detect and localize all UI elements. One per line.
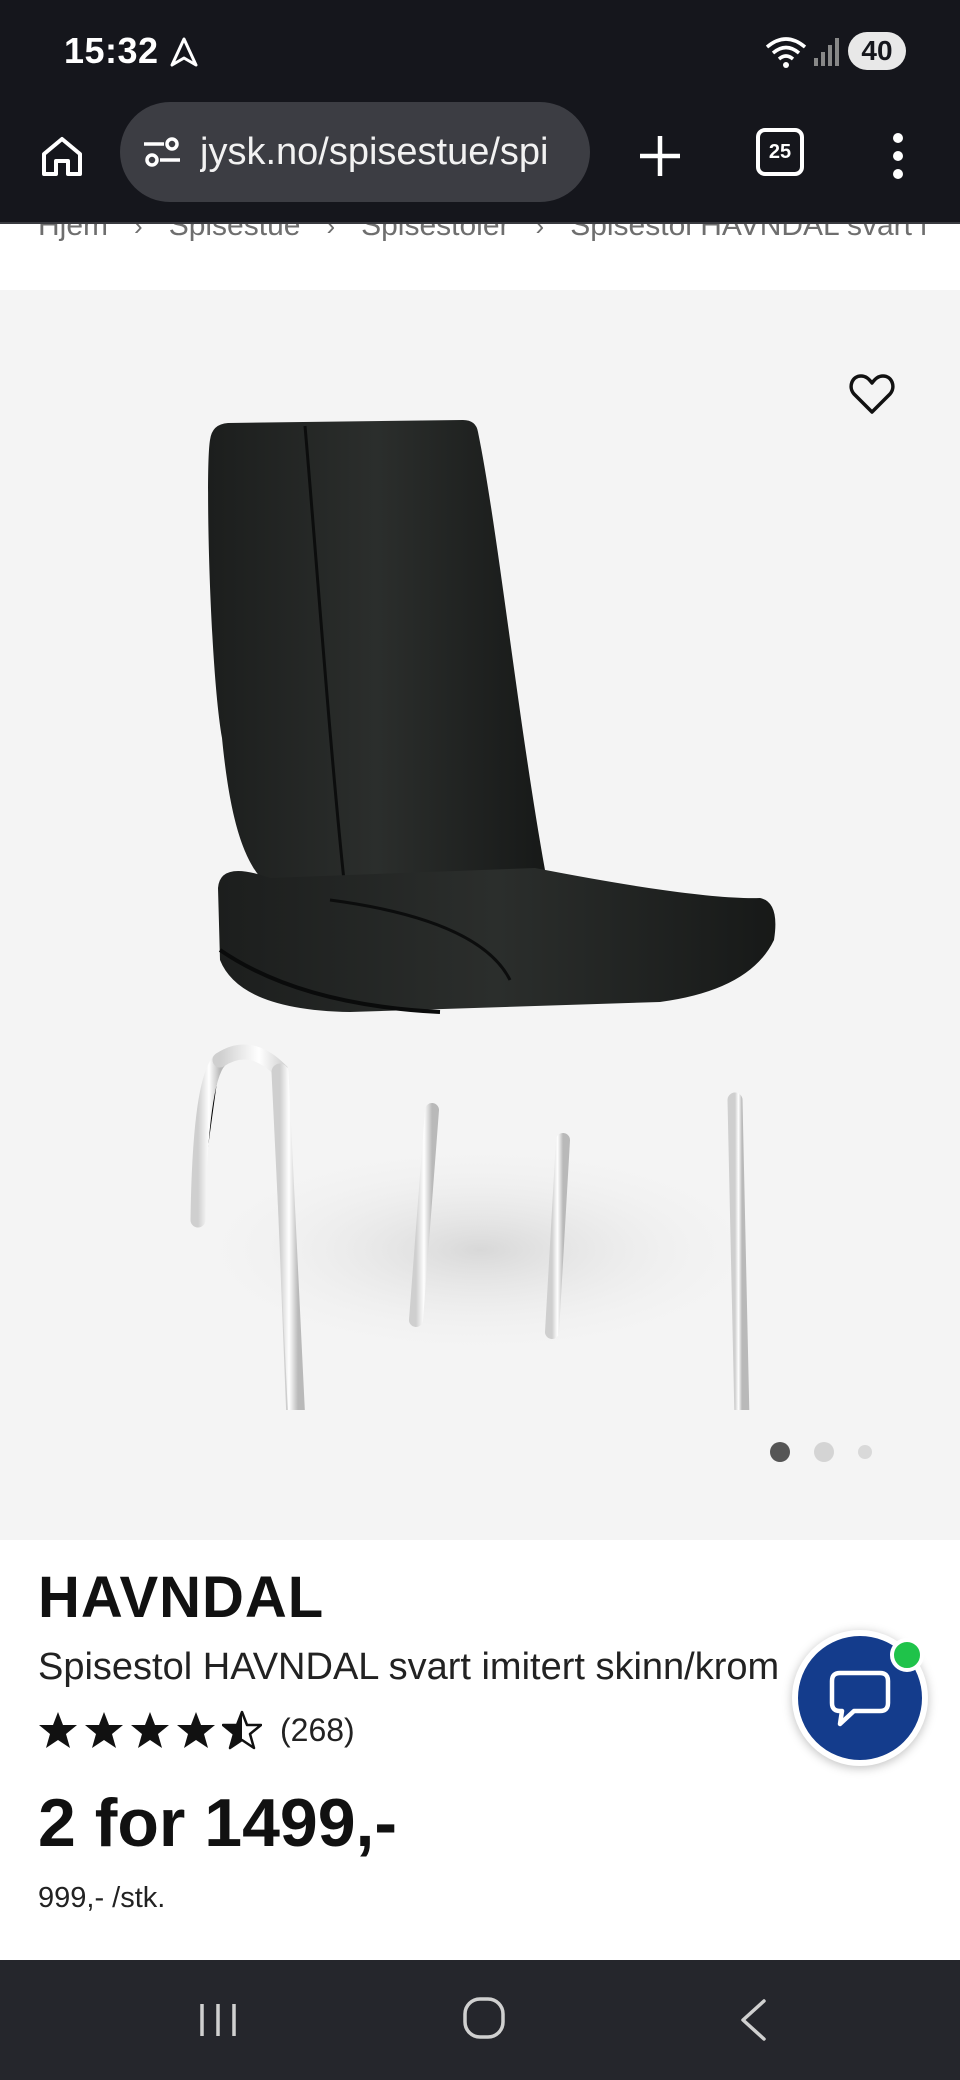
star-filled-icon — [39, 1712, 77, 1748]
chat-bubble-icon — [829, 1670, 891, 1727]
product-rating[interactable]: (268) — [38, 1710, 355, 1750]
signal-icon — [814, 38, 839, 66]
breadcrumb-item-spisestue[interactable]: Spisestue — [169, 224, 301, 243]
site-settings-icon[interactable] — [140, 130, 184, 174]
home-icon — [42, 137, 82, 176]
product-brand: HAVNDAL — [38, 1565, 325, 1630]
plus-icon — [640, 136, 680, 176]
menu-button[interactable] — [874, 124, 922, 188]
battery-icon: 40 — [848, 32, 906, 70]
product-image-gallery[interactable] — [0, 290, 960, 1540]
breadcrumb-item-current[interactable]: Spisestol HAVNDAL svart i — [570, 224, 927, 243]
tab-count: 25 — [768, 140, 792, 163]
battery-level: 40 — [861, 35, 893, 66]
rating-stars — [38, 1710, 262, 1750]
breadcrumb-bar: Hjem › Spisestue › Spisestoler › Spisest… — [0, 224, 960, 290]
unit-price: 999,- /stk. — [38, 1882, 166, 1914]
carousel-dots — [770, 1442, 872, 1462]
navigation-arrow-icon — [170, 37, 198, 67]
review-count[interactable]: (268) — [280, 1712, 355, 1749]
system-navigation-bar — [0, 1960, 960, 2080]
star-half-icon — [222, 1710, 262, 1750]
breadcrumb-item-hjem[interactable]: Hjem — [38, 224, 108, 243]
menu-dots-icon — [893, 133, 903, 179]
breadcrumb-item-spisestoler[interactable]: Spisestoler — [361, 224, 509, 243]
wifi-icon — [765, 37, 807, 68]
star-filled-icon — [131, 1712, 169, 1748]
chevron-right-icon: › — [326, 224, 336, 241]
star-filled-icon — [85, 1712, 123, 1748]
browser-toolbar: jysk.no/spisestue/spi 25 — [0, 100, 960, 224]
online-status-dot — [890, 1638, 924, 1672]
url-text[interactable]: jysk.no/spisestue/spi — [200, 131, 549, 174]
favorite-button[interactable] — [844, 366, 900, 422]
new-tab-button[interactable] — [628, 124, 692, 188]
carousel-dot-3[interactable] — [858, 1445, 872, 1459]
back-icon[interactable] — [738, 1998, 768, 2042]
carousel-dot-1[interactable] — [770, 1442, 790, 1462]
status-bar: 15:32 40 — [0, 0, 960, 100]
heart-icon — [849, 374, 895, 414]
product-description: Spisestol HAVNDAL svart imitert skinn/kr… — [38, 1646, 780, 1688]
breadcrumb: Hjem › Spisestue › Spisestoler › Spisest… — [38, 224, 960, 248]
tabs-button[interactable]: 25 — [756, 128, 804, 176]
address-bar[interactable]: jysk.no/spisestue/spi — [120, 102, 590, 202]
recent-apps-icon[interactable] — [196, 2000, 240, 2040]
carousel-dot-2[interactable] — [814, 1442, 834, 1462]
product-price: 2 for 1499,- — [38, 1785, 398, 1861]
home-nav-icon[interactable] — [462, 1996, 506, 2040]
star-filled-icon — [177, 1712, 215, 1748]
chevron-right-icon: › — [535, 224, 545, 241]
status-time: 15:32 — [64, 30, 159, 71]
chevron-right-icon: › — [134, 224, 143, 241]
product-image — [180, 420, 780, 1410]
home-button[interactable] — [30, 124, 94, 188]
